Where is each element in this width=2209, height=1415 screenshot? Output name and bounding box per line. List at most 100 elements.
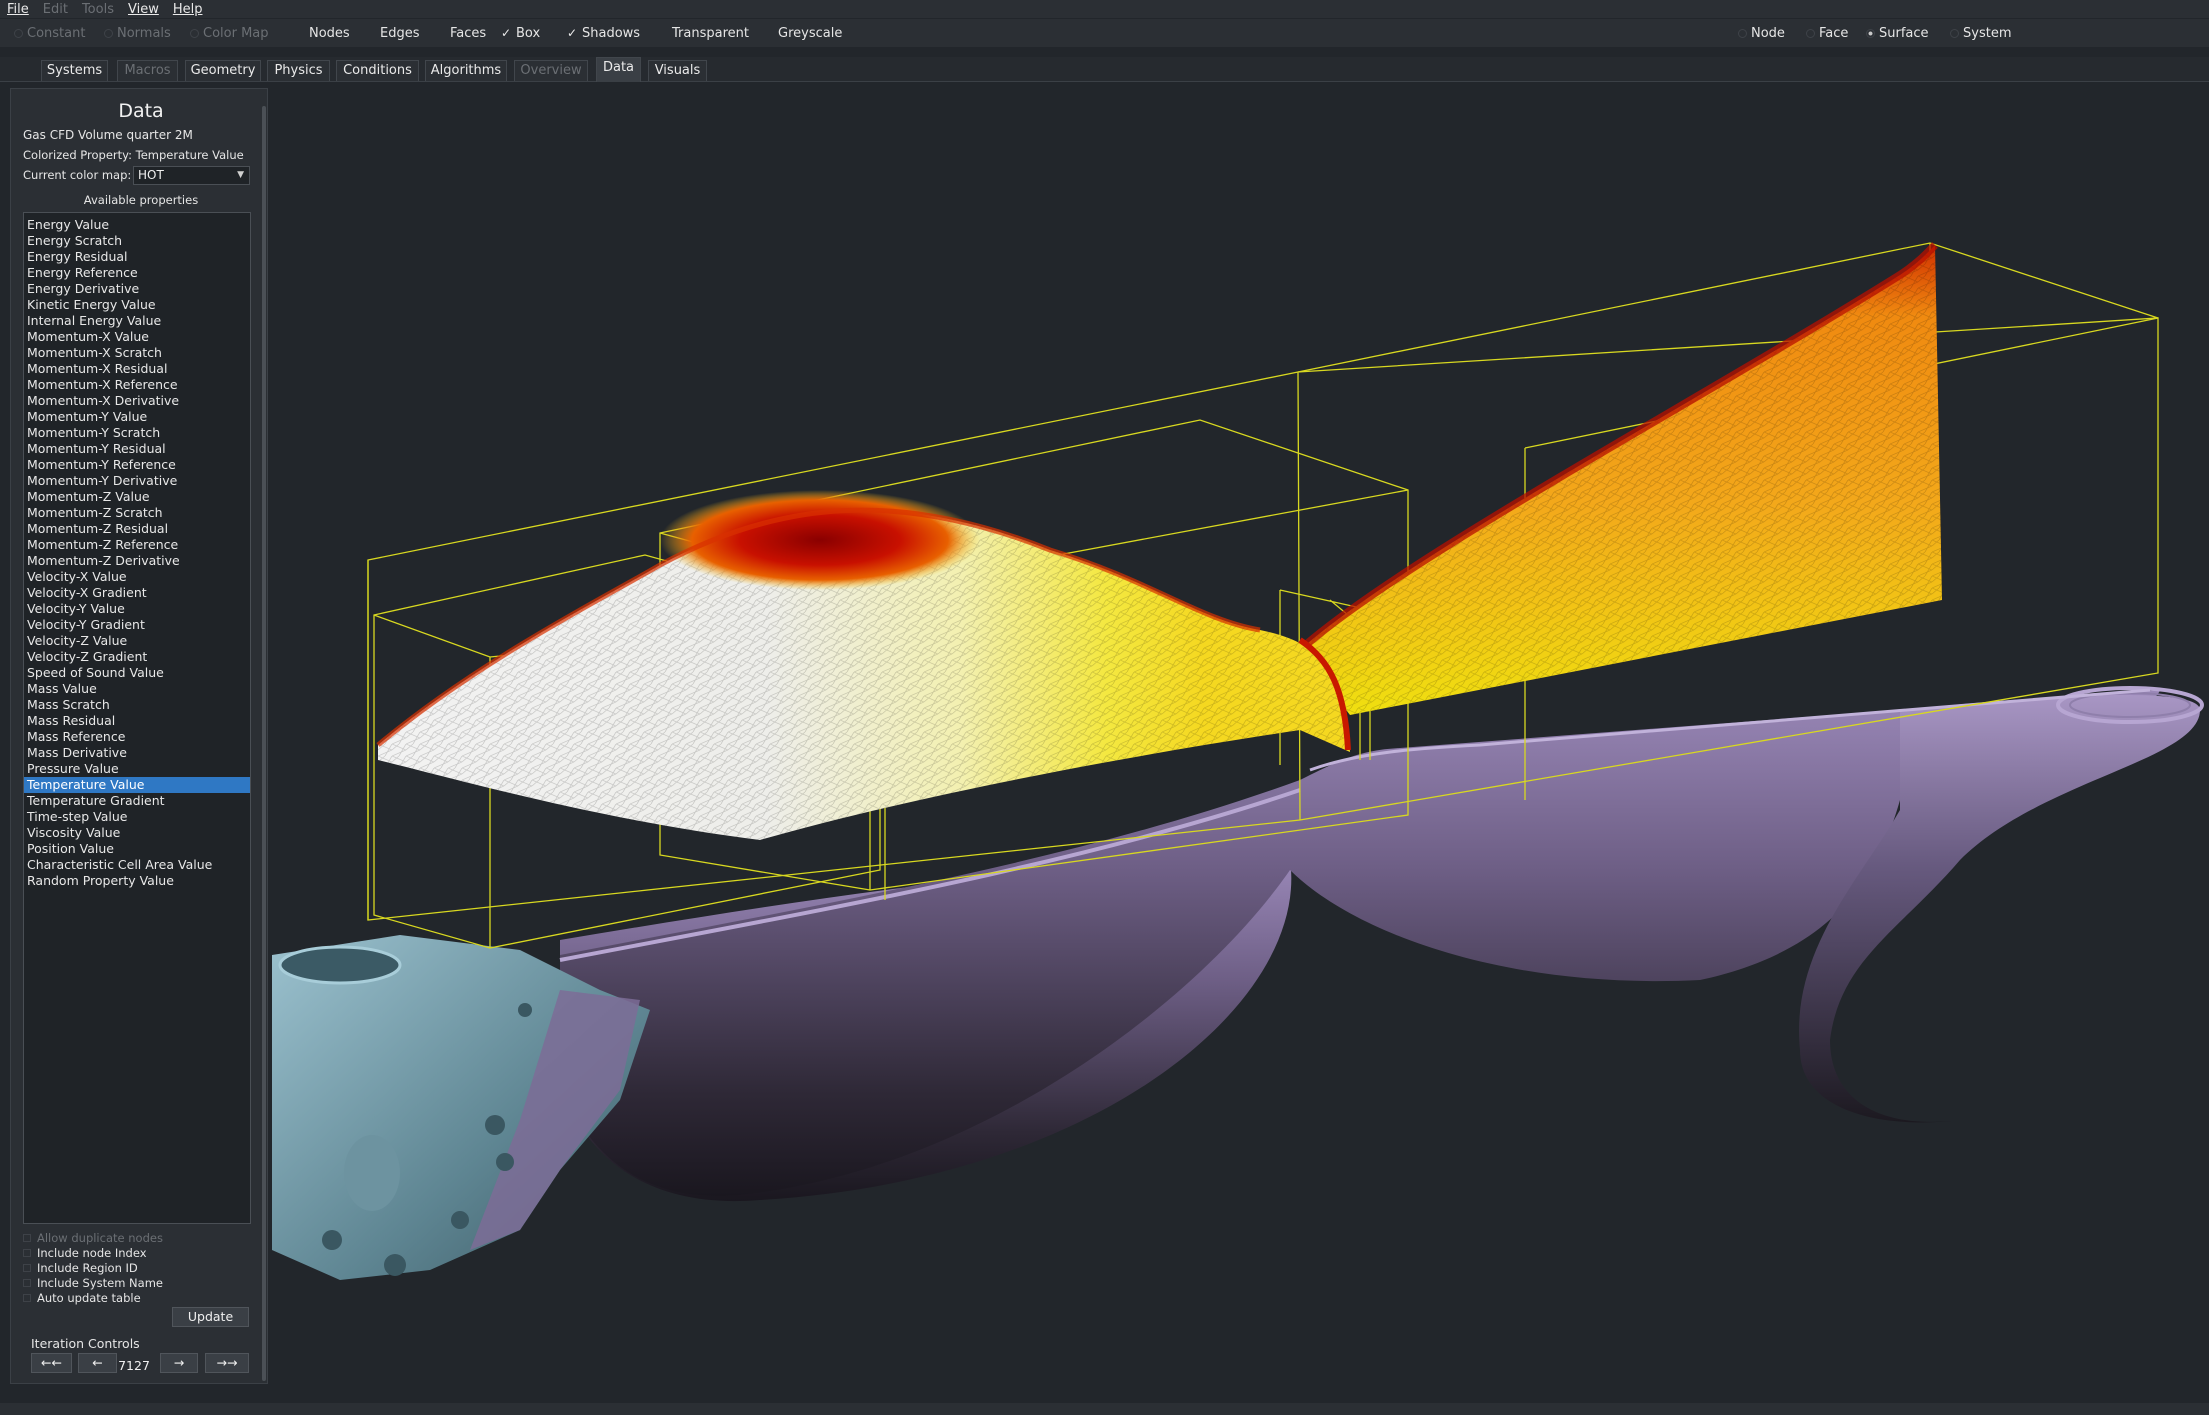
list-item[interactable]: Momentum-X Scratch bbox=[24, 345, 250, 361]
constant-label: Constant bbox=[27, 25, 86, 41]
tab-data[interactable]: Data bbox=[596, 57, 641, 82]
tab-visuals[interactable]: Visuals bbox=[648, 60, 707, 81]
list-item[interactable]: Momentum-X Residual bbox=[24, 361, 250, 377]
list-item[interactable]: Velocity-X Gradient bbox=[24, 585, 250, 601]
list-item[interactable]: Momentum-Y Reference bbox=[24, 457, 250, 473]
nodes-checkbox[interactable]: Nodes bbox=[293, 23, 350, 43]
tab-systems[interactable]: Systems bbox=[41, 60, 108, 81]
list-item[interactable]: Energy Reference bbox=[24, 265, 250, 281]
box-checkbox[interactable]: ✓ Box bbox=[500, 23, 540, 43]
list-item[interactable]: Momentum-Y Residual bbox=[24, 441, 250, 457]
list-item[interactable]: Time-step Value bbox=[24, 809, 250, 825]
list-item[interactable]: Velocity-Z Gradient bbox=[24, 649, 250, 665]
list-item[interactable]: Position Value bbox=[24, 841, 250, 857]
list-item[interactable]: Characteristic Cell Area Value bbox=[24, 857, 250, 873]
list-item[interactable]: Energy Scratch bbox=[24, 233, 250, 249]
menu-tools[interactable]: Tools bbox=[75, 2, 121, 17]
select-system-radio[interactable]: System bbox=[1950, 23, 2011, 43]
color-map-select[interactable]: HOT ▼ bbox=[133, 166, 250, 185]
list-item[interactable]: Velocity-Y Gradient bbox=[24, 617, 250, 633]
list-item[interactable]: Pressure Value bbox=[24, 761, 250, 777]
select-node-radio[interactable]: Node bbox=[1738, 23, 1785, 43]
list-item[interactable]: Mass Residual bbox=[24, 713, 250, 729]
constant-radio[interactable]: Constant bbox=[14, 23, 85, 43]
iter-last-button[interactable]: →→ bbox=[205, 1353, 249, 1373]
radio-indicator bbox=[14, 28, 23, 38]
faces-checkbox[interactable]: Faces bbox=[434, 23, 486, 43]
normals-radio[interactable]: Normals bbox=[104, 23, 171, 43]
faces-label: Faces bbox=[450, 25, 487, 41]
tab-conditions[interactable]: Conditions bbox=[336, 60, 419, 81]
list-item[interactable]: Momentum-Y Scratch bbox=[24, 425, 250, 441]
list-item[interactable]: Mass Reference bbox=[24, 729, 250, 745]
update-button[interactable]: Update bbox=[172, 1307, 249, 1327]
edges-checkbox[interactable]: Edges bbox=[364, 23, 420, 43]
list-item[interactable]: Momentum-Z Scratch bbox=[24, 505, 250, 521]
iter-first-button[interactable]: ←← bbox=[31, 1353, 72, 1373]
allow-duplicate-nodes-label: Allow duplicate nodes bbox=[37, 1231, 163, 1245]
list-item[interactable]: Internal Energy Value bbox=[24, 313, 250, 329]
list-item[interactable]: Momentum-Y Derivative bbox=[24, 473, 250, 489]
tab-overview[interactable]: Overview bbox=[514, 60, 588, 81]
include-system-name-label: Include System Name bbox=[37, 1276, 163, 1290]
list-item[interactable]: Mass Value bbox=[24, 681, 250, 697]
list-item[interactable]: Energy Value bbox=[24, 217, 250, 233]
list-item[interactable]: Random Property Value bbox=[24, 873, 250, 889]
list-item[interactable]: Velocity-Z Value bbox=[24, 633, 250, 649]
list-item[interactable]: Temperature Value bbox=[24, 777, 250, 793]
tab-geometry[interactable]: Geometry bbox=[185, 60, 261, 81]
list-item[interactable]: Momentum-X Value bbox=[24, 329, 250, 345]
list-item[interactable]: Momentum-Z Value bbox=[24, 489, 250, 505]
menu-view[interactable]: View bbox=[121, 2, 166, 17]
list-item[interactable]: Momentum-Y Value bbox=[24, 409, 250, 425]
color-map-value: HOT bbox=[138, 168, 164, 182]
include-system-name-checkbox[interactable]: Include System Name bbox=[23, 1276, 163, 1290]
include-node-index-checkbox[interactable]: Include node Index bbox=[23, 1246, 147, 1260]
data-panel: Data Gas CFD Volume quarter 2M Colorized… bbox=[10, 88, 268, 1384]
list-item[interactable]: Momentum-X Reference bbox=[24, 377, 250, 393]
checkbox-indicator bbox=[364, 26, 376, 40]
list-item[interactable]: Velocity-X Value bbox=[24, 569, 250, 585]
panel-scrollbar[interactable] bbox=[262, 106, 266, 1381]
list-item[interactable]: Temperature Gradient bbox=[24, 793, 250, 809]
iter-next-button[interactable]: → bbox=[160, 1353, 198, 1373]
greyscale-checkbox[interactable]: Greyscale bbox=[762, 23, 842, 43]
list-item[interactable]: Kinetic Energy Value bbox=[24, 297, 250, 313]
select-face-radio[interactable]: Face bbox=[1806, 23, 1848, 43]
transparent-checkbox[interactable]: Transparent bbox=[656, 23, 749, 43]
tab-macros[interactable]: Macros bbox=[117, 60, 178, 81]
list-item[interactable]: Speed of Sound Value bbox=[24, 665, 250, 681]
include-region-id-checkbox[interactable]: Include Region ID bbox=[23, 1261, 138, 1275]
nodes-label: Nodes bbox=[309, 25, 350, 41]
tab-algorithms[interactable]: Algorithms bbox=[425, 60, 507, 81]
list-item[interactable]: Momentum-Z Residual bbox=[24, 521, 250, 537]
select-face-label: Face bbox=[1819, 25, 1849, 41]
list-item[interactable]: Energy Derivative bbox=[24, 281, 250, 297]
iteration-controls-label: Iteration Controls bbox=[31, 1336, 140, 1351]
list-item[interactable]: Momentum-Z Reference bbox=[24, 537, 250, 553]
checkbox-indicator bbox=[23, 1234, 31, 1242]
menu-file[interactable]: File bbox=[0, 2, 36, 17]
render-canvas bbox=[272, 242, 2204, 1280]
auto-update-table-checkbox[interactable]: Auto update table bbox=[23, 1291, 141, 1305]
tab-physics[interactable]: Physics bbox=[267, 60, 330, 81]
property-list[interactable]: Energy Value Energy Scratch Energy Residua… bbox=[23, 212, 251, 1224]
color-map-radio[interactable]: Color Map bbox=[190, 23, 269, 43]
select-surface-label: Surface bbox=[1879, 25, 1929, 41]
allow-duplicate-nodes-checkbox[interactable]: Allow duplicate nodes bbox=[23, 1231, 163, 1245]
list-item[interactable]: Velocity-Y Value bbox=[24, 601, 250, 617]
list-item[interactable]: Momentum-X Derivative bbox=[24, 393, 250, 409]
dropdown-arrow-icon: ▼ bbox=[237, 170, 244, 180]
select-surface-radio[interactable]: Surface bbox=[1866, 23, 1929, 43]
list-item[interactable]: Momentum-Z Derivative bbox=[24, 553, 250, 569]
list-item[interactable]: Mass Derivative bbox=[24, 745, 250, 761]
menu-edit[interactable]: Edit bbox=[36, 2, 75, 17]
list-item[interactable]: Energy Residual bbox=[24, 249, 250, 265]
shadows-checkbox[interactable]: ✓ Shadows bbox=[566, 23, 640, 43]
checkbox-indicator bbox=[23, 1294, 31, 1302]
radio-indicator bbox=[1866, 28, 1875, 38]
3d-viewport[interactable] bbox=[270, 85, 2209, 1403]
list-item[interactable]: Mass Scratch bbox=[24, 697, 250, 713]
list-item[interactable]: Viscosity Value bbox=[24, 825, 250, 841]
menu-help[interactable]: Help bbox=[166, 2, 210, 17]
